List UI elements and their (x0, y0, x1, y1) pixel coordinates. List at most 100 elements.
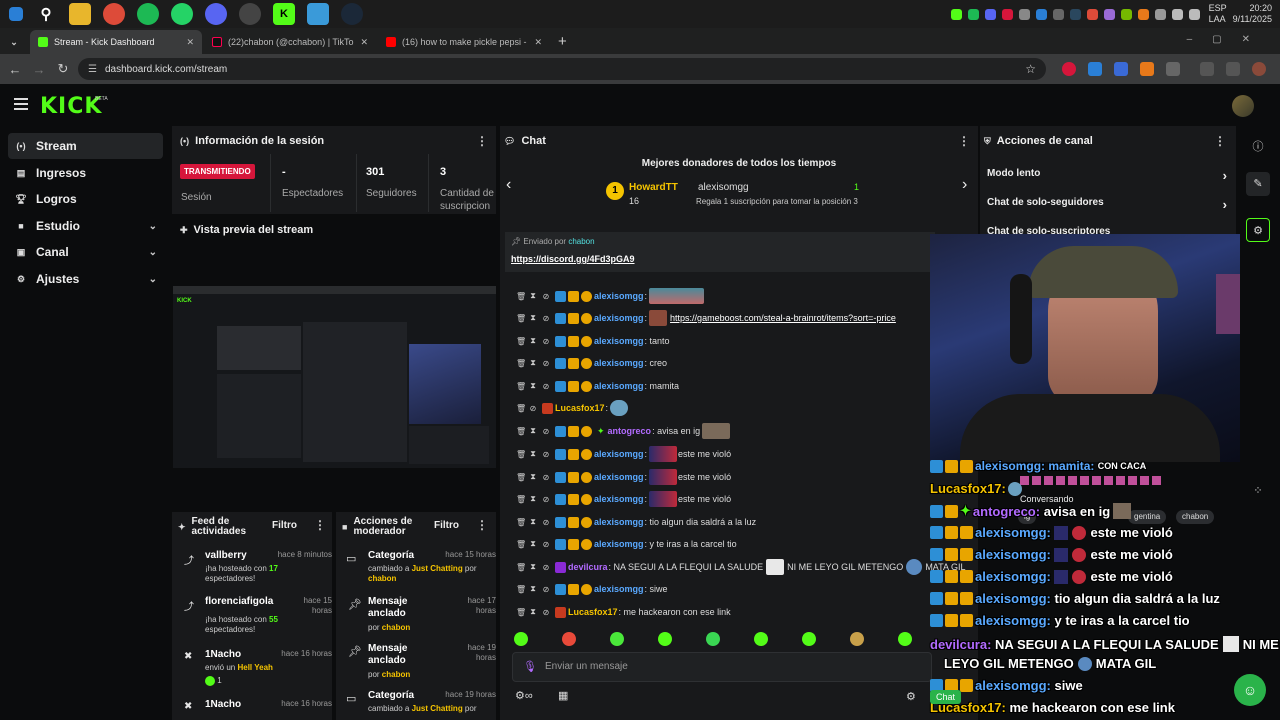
edit-icon[interactable]: ✎ (1246, 172, 1270, 196)
chat-username[interactable]: antogreco (608, 426, 652, 436)
emote-button-icon[interactable] (610, 632, 624, 646)
panel-menu-icon[interactable]: ⋮ (958, 134, 970, 148)
mic-icon[interactable]: 🎙︎ (523, 660, 537, 673)
chrome-icon[interactable] (103, 3, 125, 25)
emote-button-icon[interactable] (514, 632, 528, 646)
search-icon[interactable]: ⚲ (35, 3, 57, 25)
pinned-link[interactable]: https://discord.gg/4Fd3pGA9 (511, 254, 635, 264)
delete-icon[interactable]: 🗑︎ (516, 495, 526, 504)
second-donor-name[interactable]: alexisomgg (698, 182, 749, 193)
tray-orange-icon[interactable] (1137, 8, 1149, 20)
tray-pen-icon[interactable] (1103, 8, 1115, 20)
panel-menu-icon[interactable]: ⋮ (476, 518, 488, 532)
address-bar[interactable]: ☰ dashboard.kick.com/stream ☆ (78, 58, 1046, 80)
timeout-icon[interactable]: ⧗ (529, 358, 537, 368)
tray-nvidia-icon[interactable] (1120, 8, 1132, 20)
timeout-icon[interactable]: ⧗ (529, 336, 537, 346)
action-slow-mode[interactable]: Modo lento › (987, 168, 1227, 183)
emote-button-icon[interactable] (658, 632, 672, 646)
volume-icon[interactable] (1188, 8, 1200, 20)
chat-link[interactable]: https://gameboost.com/steal-a-brainrot/i… (670, 313, 896, 323)
tray-monitor-icon[interactable] (1052, 8, 1064, 20)
tray-app-icon[interactable] (950, 8, 962, 20)
action-followers-only[interactable]: Chat de solo-seguidores › (987, 197, 1227, 212)
delete-icon[interactable]: 🗑︎ (516, 359, 526, 368)
minimize-icon[interactable]: – (1187, 34, 1213, 45)
ban-icon[interactable]: ⊘ (542, 382, 550, 391)
delete-icon[interactable]: 🗑︎ (516, 563, 526, 572)
close-window-icon[interactable]: ✕ (1242, 34, 1270, 45)
extension-icon[interactable] (1062, 62, 1076, 76)
sidebar-item-estudio[interactable]: ■ Estudio ⌄ (8, 213, 163, 239)
timeout-icon[interactable]: ⧗ (529, 313, 537, 323)
ban-icon[interactable]: ⊘ (542, 314, 550, 323)
timeout-icon[interactable]: ⧗ (529, 494, 537, 504)
support-chat-icon[interactable]: ☺ (1234, 674, 1266, 706)
chat-username[interactable]: alexisomgg (594, 313, 644, 323)
close-tab-icon[interactable]: ✕ (186, 37, 194, 48)
timeout-icon[interactable]: ⧗ (529, 584, 537, 594)
chat-input[interactable]: 🎙︎ Enviar un mensaje (512, 652, 932, 682)
stream-preview-video[interactable]: KICK (173, 286, 496, 468)
close-tab-icon[interactable]: ✕ (534, 37, 542, 48)
donor-name[interactable]: HowardTT (629, 182, 678, 193)
chat-username[interactable]: alexisomgg (594, 291, 644, 301)
ban-icon[interactable]: ⊘ (542, 359, 550, 368)
delete-icon[interactable]: 🗑︎ (516, 382, 526, 391)
extension-icon[interactable] (1088, 62, 1102, 76)
wifi-icon[interactable] (1171, 8, 1183, 20)
user-avatar[interactable] (1232, 95, 1254, 117)
sidebar-item-ajustes[interactable]: ⚙ Ajustes ⌄ (8, 266, 163, 292)
delete-icon[interactable]: 🗑︎ (516, 540, 526, 549)
tray-record-icon[interactable] (1001, 8, 1013, 20)
ban-icon[interactable]: ⊘ (542, 427, 550, 436)
emote-button-icon[interactable] (754, 632, 768, 646)
steam-icon[interactable] (341, 3, 363, 25)
emote-button-icon[interactable] (706, 632, 720, 646)
tray-spotify-icon[interactable] (967, 8, 979, 20)
tab-kick-dashboard[interactable]: Stream - Kick Dashboard ✕ (30, 30, 202, 54)
timeout-icon[interactable]: ⧗ (529, 517, 537, 527)
mod-filter-button[interactable]: Filtro (434, 520, 459, 531)
chat-username[interactable]: alexisomgg (594, 584, 644, 594)
bluetooth-icon[interactable] (1035, 8, 1047, 20)
chat-username[interactable]: alexisomgg (594, 358, 644, 368)
ban-icon[interactable]: ⊘ (542, 495, 550, 504)
delete-icon[interactable]: 🗑︎ (516, 585, 526, 594)
panel-menu-icon[interactable]: ⋮ (1214, 134, 1226, 148)
whatsapp-icon[interactable] (171, 3, 193, 25)
chat-username[interactable]: alexisomgg (594, 381, 644, 391)
profile-avatar-icon[interactable] (1252, 62, 1266, 76)
delete-icon[interactable]: 🗑︎ (516, 314, 526, 323)
sidebar-item-ingresos[interactable]: ▤ Ingresos (8, 160, 163, 186)
delete-icon[interactable]: 🗑︎ (516, 473, 526, 482)
tab-tiktok[interactable]: (22)chabon (@cchabon) | TikTok ✕ (204, 30, 376, 54)
overlay-chat-button[interactable]: Chat (930, 690, 962, 704)
timeout-icon[interactable]: ⧗ (529, 381, 537, 391)
chat-username[interactable]: alexisomgg (594, 494, 644, 504)
site-info-icon[interactable]: ☰ (88, 64, 97, 75)
delete-icon[interactable]: 🗑︎ (516, 450, 526, 459)
sidebar-item-stream[interactable]: (•) Stream (8, 133, 163, 159)
panel-menu-icon[interactable]: ⋮ (314, 518, 326, 532)
delete-icon[interactable]: 🗑︎ (516, 337, 526, 346)
next-arrow-icon[interactable]: › (962, 176, 967, 194)
prev-arrow-icon[interactable]: ‹ (506, 176, 511, 194)
forward-icon[interactable]: → (27, 62, 51, 77)
ban-icon[interactable]: ⊘ (542, 540, 550, 549)
delete-icon[interactable]: 🗑︎ (516, 292, 526, 301)
delete-icon[interactable]: 🗑︎ (516, 608, 526, 617)
ban-icon[interactable]: ⊘ (542, 292, 550, 301)
chat-username[interactable]: Lucasfox17 (555, 403, 605, 413)
emote-button-icon[interactable] (850, 632, 864, 646)
maximize-icon[interactable]: ▢ (1212, 34, 1241, 45)
timeout-icon[interactable]: ⧗ (529, 449, 537, 459)
timeout-icon[interactable]: ⧗ (529, 607, 537, 617)
new-tab-button[interactable]: + (558, 33, 567, 50)
timeout-icon[interactable]: ⧗ (529, 562, 537, 572)
language-indicator[interactable]: ESP LAA (1209, 3, 1227, 25)
ban-icon[interactable]: ⊘ (529, 404, 537, 413)
tool-icon[interactable]: ⚙ (1246, 218, 1270, 242)
extension-icon[interactable] (1114, 62, 1128, 76)
tray-game-icon[interactable] (1018, 8, 1030, 20)
